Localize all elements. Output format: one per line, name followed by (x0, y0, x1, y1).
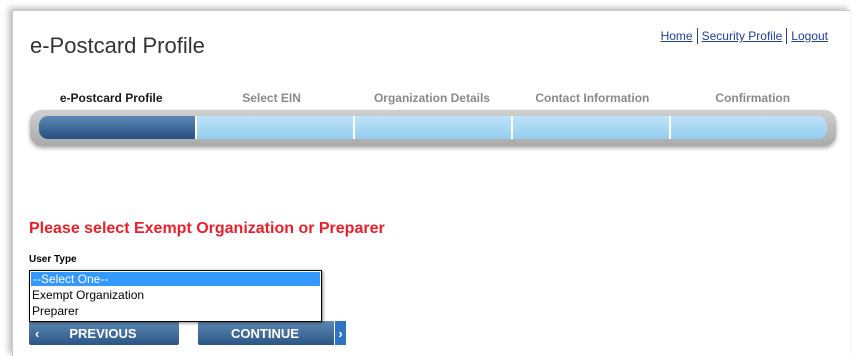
chevron-left-icon: ‹ (35, 325, 40, 341)
progress-segment-active (39, 116, 197, 139)
user-type-dropdown-list[interactable]: --Select One-- Exempt Organization Prepa… (29, 270, 322, 322)
chevron-right-icon: › (334, 321, 346, 345)
page-title: e-Postcard Profile (30, 33, 205, 58)
step-label-contact-information: Contact Information (535, 91, 650, 105)
user-type-label: User Type (29, 254, 77, 265)
progress-segments (39, 116, 827, 139)
previous-button-label: PREVIOUS (69, 325, 137, 341)
progress-segment (671, 116, 827, 139)
top-nav: Home Security Profile Logout (661, 28, 828, 44)
step-label-epostcard-profile: e-Postcard Profile (59, 91, 163, 105)
step-label-select-ein: Select EIN (242, 91, 301, 105)
previous-button[interactable]: ‹ PREVIOUS (29, 321, 179, 345)
nav-separator (696, 28, 698, 44)
security-profile-link[interactable]: Security Profile (702, 29, 783, 43)
progress-segment (513, 116, 671, 139)
user-type-option-select-one[interactable]: --Select One-- (30, 271, 321, 287)
progress-track (30, 110, 836, 146)
nav-buttons: ‹ PREVIOUS CONTINUE › (29, 321, 346, 345)
profile-panel: e-Postcard Profile Home Security Profile… (12, 10, 850, 356)
progress-steps: e-Postcard Profile Select EIN Organizati… (31, 91, 833, 105)
step-label-confirmation: Confirmation (715, 91, 791, 105)
selection-prompt: Please select Exempt Organization or Pre… (29, 220, 385, 237)
user-type-option-preparer[interactable]: Preparer (30, 303, 321, 319)
step-label-organization-details: Organization Details (373, 91, 490, 105)
user-type-option-exempt-organization[interactable]: Exempt Organization (30, 287, 321, 303)
home-link[interactable]: Home (661, 29, 693, 43)
progress-segment (197, 116, 355, 139)
continue-button-label: CONTINUE (231, 325, 299, 341)
logout-link[interactable]: Logout (791, 29, 828, 43)
nav-separator (786, 28, 788, 44)
progress-segment (355, 116, 513, 139)
continue-button[interactable]: CONTINUE › (198, 321, 346, 345)
